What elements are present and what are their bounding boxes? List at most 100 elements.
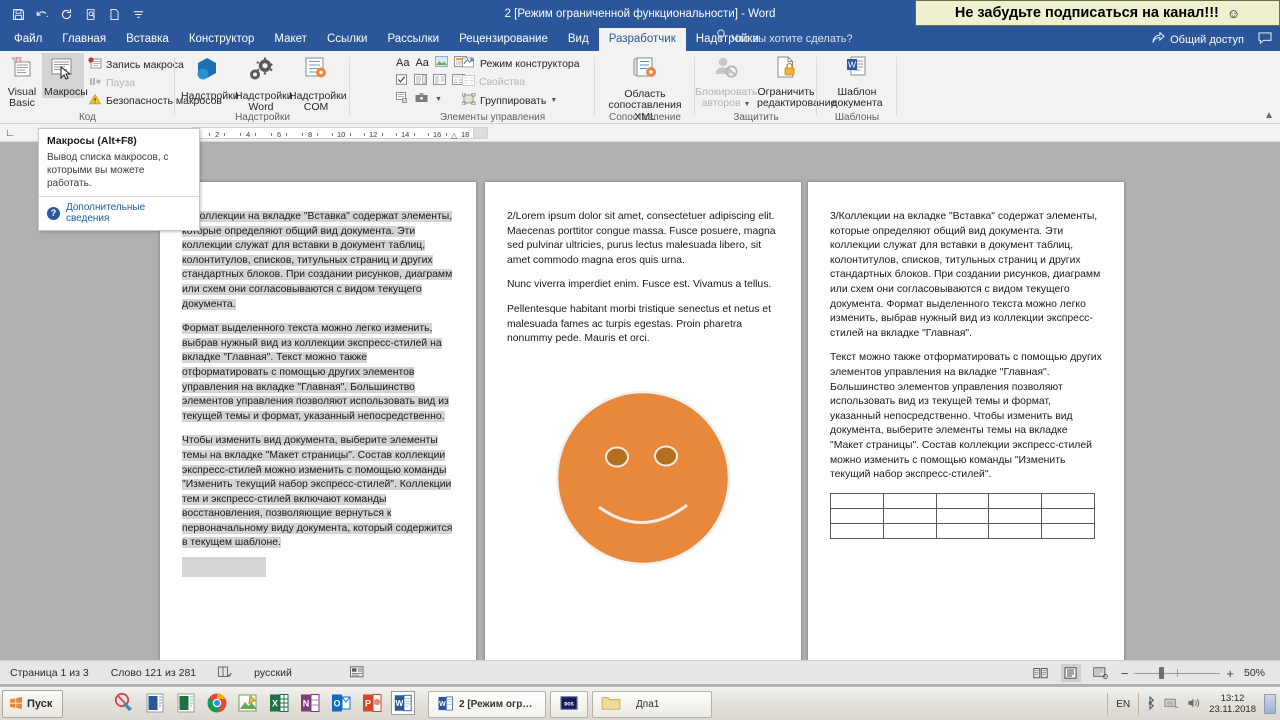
rich-text-control-icon[interactable]: Aa (396, 57, 409, 69)
tab-layout[interactable]: Макет (264, 28, 317, 51)
tab-file[interactable]: Файл (4, 28, 52, 51)
customize-qat-icon[interactable] (128, 4, 149, 25)
tab-review[interactable]: Рецензирование (449, 28, 558, 51)
show-desktop-button[interactable] (1264, 694, 1276, 714)
record-macro-button[interactable]: Запись макроса (88, 57, 184, 72)
undo-icon[interactable] (32, 4, 53, 25)
ruler-tick-4: 4 (246, 130, 251, 139)
controls-gallery-row-2[interactable] (396, 74, 465, 88)
ruler-tick-12: 12 (369, 130, 378, 139)
tab-home[interactable]: Главная (52, 28, 116, 51)
redo-icon[interactable] (56, 4, 77, 25)
network-icon[interactable] (1164, 696, 1179, 713)
quick-access-toolbar[interactable] (8, 4, 149, 25)
zoom-slider[interactable]: − + (1121, 666, 1234, 681)
table-row[interactable] (830, 492, 1095, 509)
tell-me-search[interactable]: Что вы хотите сделать? (716, 28, 853, 51)
volume-icon[interactable] (1187, 696, 1201, 713)
plain-text-control-icon[interactable]: Aa (415, 57, 428, 69)
excel-viewer-icon[interactable] (174, 691, 198, 715)
comment-icon (1258, 32, 1272, 47)
subscribe-banner: Не забудьте подписаться на канал!!! ☺ (915, 0, 1280, 26)
combo-box-control-icon[interactable] (414, 74, 427, 88)
word-count[interactable]: Слово 121 из 281 (111, 667, 196, 679)
page-indicator[interactable]: Страница 1 из 3 (10, 667, 89, 679)
zoom-track[interactable] (1134, 667, 1221, 679)
taskbar-clock[interactable]: 13:12 23.11.2018 (1209, 693, 1256, 715)
picture-control-icon[interactable] (435, 56, 448, 70)
share-button[interactable]: Общий доступ (1152, 31, 1244, 47)
zoom-knob[interactable] (1159, 667, 1165, 679)
read-mode-view-button[interactable] (1031, 664, 1051, 682)
checkbox-control-icon[interactable] (396, 74, 408, 88)
web-layout-view-button[interactable] (1091, 664, 1111, 682)
save-icon[interactable] (8, 4, 29, 25)
controls-gallery-row-1[interactable]: Aa Aa (396, 56, 467, 70)
comments-button[interactable] (1258, 32, 1272, 47)
tab-stop-selector[interactable]: ∟ (2, 126, 18, 140)
repeating-section-control-icon[interactable] (396, 92, 409, 106)
controls-gallery-row-3[interactable]: ▼ (396, 92, 442, 106)
bluetooth-icon[interactable] (1147, 695, 1156, 713)
collapse-ribbon-button[interactable]: ▲ (1264, 110, 1274, 121)
word-viewer-icon[interactable] (143, 691, 167, 715)
macros-button[interactable]: Макросы (42, 53, 88, 98)
tab-references[interactable]: Ссылки (317, 28, 378, 51)
smiley-face-image[interactable] (554, 389, 732, 567)
powerpoint-icon[interactable]: P (360, 691, 384, 715)
language-indicator[interactable]: русский (254, 667, 292, 679)
ruler-tick-6: 6 (277, 130, 282, 139)
chevron-down-icon[interactable]: ▼ (550, 97, 557, 104)
design-mode-button[interactable]: Режим конструктора (462, 56, 580, 71)
excel-icon[interactable]: X (267, 691, 291, 715)
group-icon (461, 92, 476, 108)
tab-mailings[interactable]: Рассылки (377, 28, 449, 51)
restrict-editing-button[interactable]: Ограничить редактирование (757, 55, 836, 110)
ribbon-group-mapping: Область сопоставления XML Сопоставление (595, 51, 695, 124)
start-button[interactable]: Пуск (2, 690, 64, 718)
print-preview-icon[interactable] (80, 4, 101, 25)
legacy-tools-icon[interactable] (415, 92, 429, 106)
zoom-in-button[interactable]: + (1226, 666, 1234, 681)
antivirus-icon[interactable] (112, 691, 136, 715)
table-row[interactable] (830, 507, 1095, 524)
proofing-icon[interactable] (218, 666, 232, 681)
taskbar-item-folder[interactable]: Дпа1 (592, 691, 712, 718)
ribbon-group-templates: W Шаблон документа Шаблоны (817, 51, 897, 124)
paint-icon[interactable] (236, 691, 260, 715)
print-layout-view-button[interactable] (1060, 664, 1081, 682)
zoom-out-button[interactable]: − (1121, 666, 1129, 681)
zoom-level[interactable]: 50% (1244, 667, 1272, 679)
horizontal-ruler[interactable]: 2 4 6 8 10 12 14 16 18 △ (192, 127, 474, 140)
addins-button[interactable]: Надстройки (181, 55, 239, 102)
tab-insert[interactable]: Вставка (116, 28, 179, 51)
new-doc-icon[interactable] (104, 4, 125, 25)
tab-design[interactable]: Конструктор (179, 28, 265, 51)
chevron-down-icon[interactable]: ▼ (435, 96, 442, 103)
language-indicator-tray[interactable]: EN (1116, 699, 1130, 710)
dropdown-list-control-icon[interactable] (433, 74, 446, 88)
taskbar-item-dos[interactable]: DOS (550, 691, 588, 718)
document-page-3[interactable]: 3/Коллекции на вкладке "Вставка" содержа… (808, 182, 1124, 660)
word-addins-button[interactable]: Надстройки Word (235, 55, 293, 114)
document-template-button[interactable]: W Шаблон документа (819, 55, 895, 110)
tab-developer[interactable]: Разработчик (598, 28, 686, 51)
word-icon[interactable]: W (391, 691, 415, 715)
onenote-icon[interactable]: N (298, 691, 322, 715)
com-addins-button[interactable]: Надстройки COM (289, 55, 347, 114)
table-row[interactable] (830, 522, 1095, 539)
block-authors-icon (695, 55, 757, 85)
document-page-1[interactable]: 1/ Коллекции на вкладке "Вставка" содерж… (160, 182, 476, 660)
tab-view[interactable]: Вид (558, 28, 599, 51)
hanging-indent-marker[interactable]: △ (451, 131, 457, 140)
group-button[interactable]: Группировать ▼ (461, 92, 557, 108)
chrome-icon[interactable] (205, 691, 229, 715)
document-table[interactable] (830, 492, 1095, 539)
taskbar-item-word[interactable]: W 2 [Режим огранич... (428, 691, 546, 718)
accessibility-icon[interactable] (349, 665, 364, 681)
document-page-2[interactable]: 2/Lorem ipsum dolor sit amet, consectetu… (485, 182, 801, 660)
visual-basic-button[interactable]: Visual Basic (4, 55, 40, 110)
tell-me-label: Что вы хотите сделать? (731, 33, 853, 45)
outlook-icon[interactable]: O (329, 691, 353, 715)
tooltip-more-info-link[interactable]: ? Дополнительные сведения (47, 197, 191, 230)
